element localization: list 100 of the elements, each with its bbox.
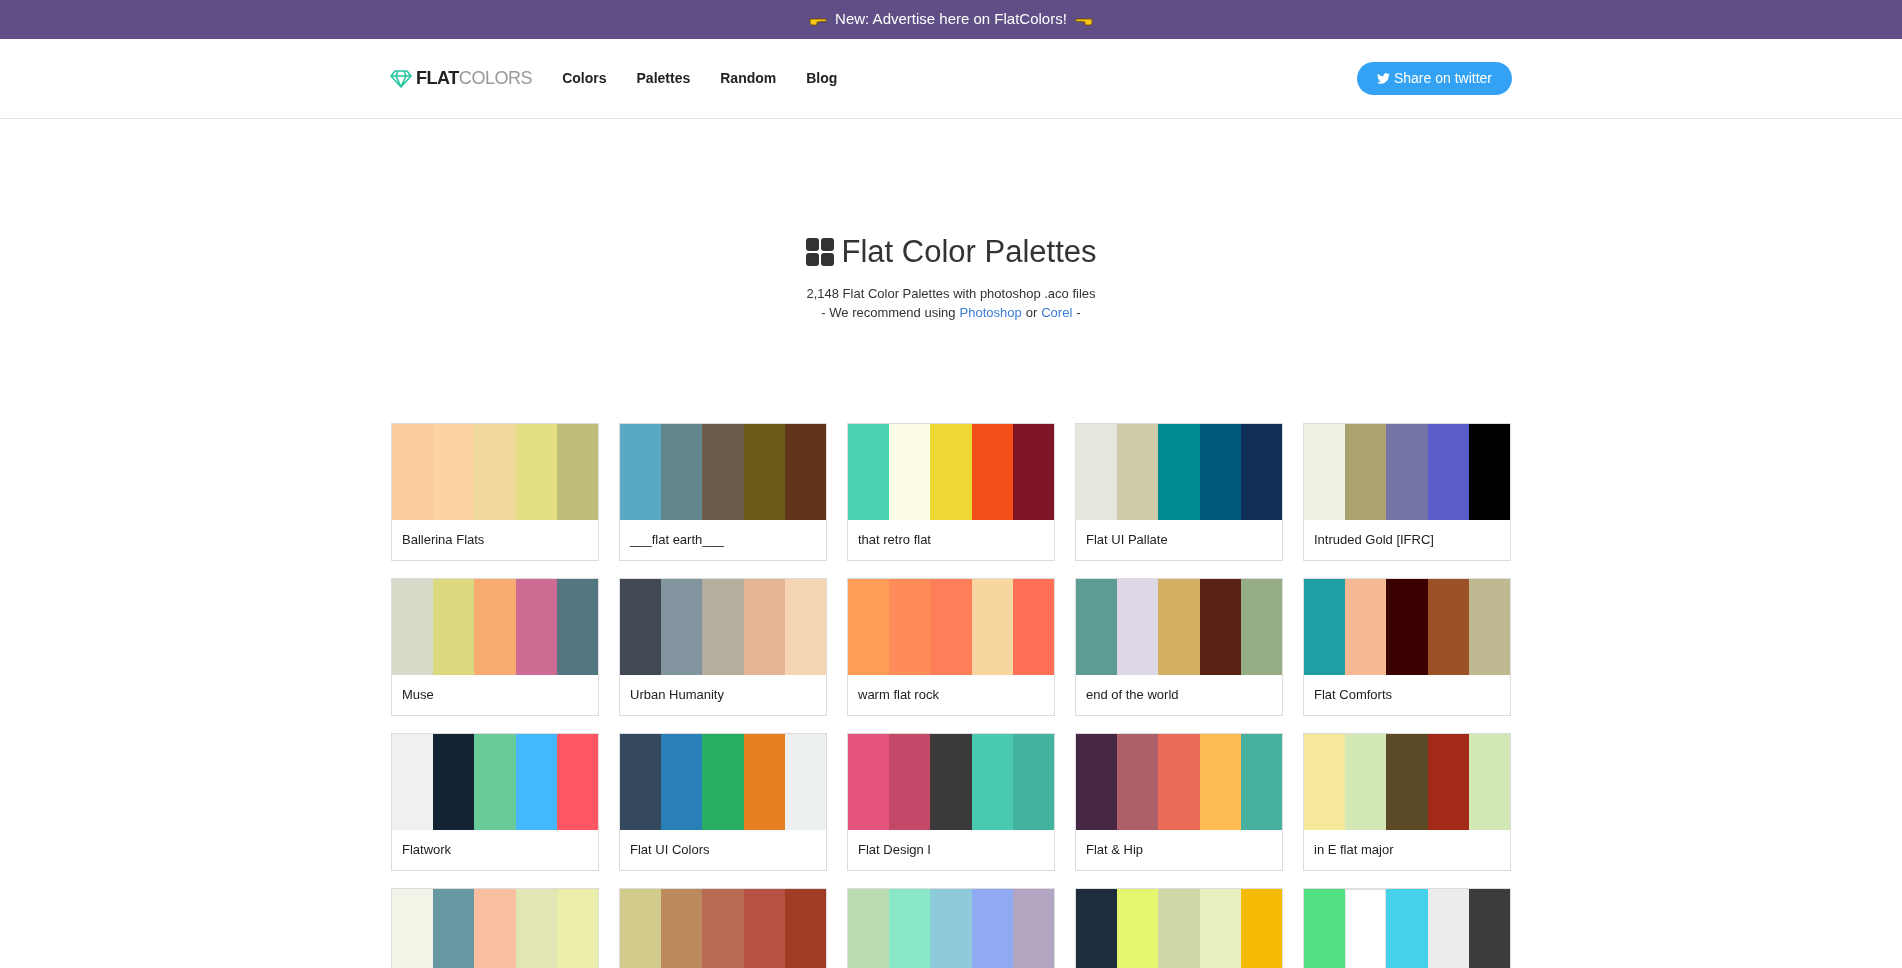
- color-swatch[interactable]: [1076, 423, 1118, 520]
- color-swatch[interactable]: [1345, 578, 1387, 675]
- color-swatch[interactable]: [1468, 578, 1510, 675]
- color-swatch[interactable]: [971, 423, 1013, 520]
- logo[interactable]: FLATCOLORS: [390, 65, 533, 92]
- color-swatch[interactable]: [1304, 423, 1346, 520]
- color-swatch[interactable]: [784, 888, 826, 968]
- promo-banner[interactable]: New: Advertise here on FlatColors!: [0, 0, 1902, 39]
- color-swatch[interactable]: [743, 733, 785, 830]
- nav-link[interactable]: Palettes: [636, 68, 691, 89]
- color-swatch[interactable]: [620, 888, 662, 968]
- color-swatch[interactable]: [433, 888, 475, 968]
- color-swatch[interactable]: [848, 733, 890, 830]
- color-swatch[interactable]: [1076, 888, 1118, 968]
- color-swatch[interactable]: [1117, 423, 1159, 520]
- color-swatch[interactable]: [392, 733, 434, 830]
- palette-card[interactable]: end of the world: [1075, 577, 1283, 716]
- color-swatch[interactable]: [1240, 733, 1282, 830]
- color-swatch[interactable]: [1468, 423, 1510, 520]
- color-swatch[interactable]: [620, 578, 662, 675]
- palette-card[interactable]: ___flat earth___: [619, 422, 827, 561]
- color-swatch[interactable]: [702, 578, 744, 675]
- palette-card[interactable]: Ballerina Flats: [391, 422, 599, 561]
- palette-card[interactable]: Intruded Gold [IFRC]: [1303, 422, 1511, 561]
- color-swatch[interactable]: [661, 423, 703, 520]
- palette-card[interactable]: that retro flat: [847, 422, 1055, 561]
- palette-card[interactable]: warm flat rock: [847, 577, 1055, 716]
- color-swatch[interactable]: [474, 423, 516, 520]
- color-swatch[interactable]: [474, 888, 516, 968]
- color-swatch[interactable]: [433, 733, 475, 830]
- palette-card[interactable]: Flat UI Pallate: [1075, 422, 1283, 561]
- corel-link[interactable]: Corel: [1041, 303, 1073, 323]
- color-swatch[interactable]: [1427, 578, 1469, 675]
- color-swatch[interactable]: [743, 578, 785, 675]
- color-swatch[interactable]: [1117, 578, 1159, 675]
- color-swatch[interactable]: [556, 888, 598, 968]
- color-swatch[interactable]: [1158, 733, 1200, 830]
- color-swatch[interactable]: [661, 578, 703, 675]
- color-swatch[interactable]: [1117, 888, 1159, 968]
- color-swatch[interactable]: [743, 888, 785, 968]
- color-swatch[interactable]: [848, 578, 890, 675]
- color-swatch[interactable]: [1304, 888, 1346, 968]
- color-swatch[interactable]: [556, 733, 598, 830]
- color-swatch[interactable]: [848, 888, 890, 968]
- color-swatch[interactable]: [743, 423, 785, 520]
- color-swatch[interactable]: [433, 578, 475, 675]
- color-swatch[interactable]: [930, 888, 972, 968]
- color-swatch[interactable]: [1345, 423, 1387, 520]
- color-swatch[interactable]: [848, 423, 890, 520]
- color-swatch[interactable]: [392, 888, 434, 968]
- color-swatch[interactable]: [1468, 733, 1510, 830]
- color-swatch[interactable]: [930, 423, 972, 520]
- color-swatch[interactable]: [556, 578, 598, 675]
- palette-card[interactable]: Flat & Hip: [1075, 732, 1283, 871]
- color-swatch[interactable]: [1012, 423, 1054, 520]
- color-swatch[interactable]: [702, 733, 744, 830]
- color-swatch[interactable]: [474, 733, 516, 830]
- color-swatch[interactable]: [661, 888, 703, 968]
- color-swatch[interactable]: [971, 578, 1013, 675]
- color-swatch[interactable]: [515, 733, 557, 830]
- color-swatch[interactable]: [1386, 733, 1428, 830]
- color-swatch[interactable]: [1386, 423, 1428, 520]
- color-swatch[interactable]: [702, 888, 744, 968]
- palette-card[interactable]: [1303, 887, 1511, 968]
- palette-card[interactable]: Urban Humanity: [619, 577, 827, 716]
- palette-card[interactable]: Muse: [391, 577, 599, 716]
- palette-card[interactable]: [1075, 887, 1283, 968]
- palette-card[interactable]: Flat Design I: [847, 732, 1055, 871]
- color-swatch[interactable]: [1012, 733, 1054, 830]
- nav-link[interactable]: Colors: [562, 68, 607, 89]
- color-swatch[interactable]: [1468, 888, 1510, 968]
- color-swatch[interactable]: [620, 733, 662, 830]
- color-swatch[interactable]: [1304, 733, 1346, 830]
- palette-card[interactable]: Flat UI Colors: [619, 732, 827, 871]
- color-swatch[interactable]: [889, 578, 931, 675]
- color-swatch[interactable]: [1158, 888, 1200, 968]
- color-swatch[interactable]: [1158, 423, 1200, 520]
- color-swatch[interactable]: [784, 578, 826, 675]
- color-swatch[interactable]: [784, 423, 826, 520]
- color-swatch[interactable]: [474, 578, 516, 675]
- palette-card[interactable]: Flatwork: [391, 732, 599, 871]
- color-swatch[interactable]: [971, 733, 1013, 830]
- color-swatch[interactable]: [1427, 423, 1469, 520]
- color-swatch[interactable]: [1240, 578, 1282, 675]
- color-swatch[interactable]: [889, 423, 931, 520]
- color-swatch[interactable]: [889, 888, 931, 968]
- color-swatch[interactable]: [702, 423, 744, 520]
- color-swatch[interactable]: [433, 423, 475, 520]
- color-swatch[interactable]: [930, 578, 972, 675]
- color-swatch[interactable]: [1427, 733, 1469, 830]
- color-swatch[interactable]: [1240, 888, 1282, 968]
- color-swatch[interactable]: [930, 733, 972, 830]
- color-swatch[interactable]: [1199, 888, 1241, 968]
- color-swatch[interactable]: [1158, 578, 1200, 675]
- color-swatch[interactable]: [1199, 578, 1241, 675]
- color-swatch[interactable]: [620, 423, 662, 520]
- color-swatch[interactable]: [392, 578, 434, 675]
- color-swatch[interactable]: [1345, 888, 1387, 968]
- color-swatch[interactable]: [1076, 733, 1118, 830]
- color-swatch[interactable]: [1117, 733, 1159, 830]
